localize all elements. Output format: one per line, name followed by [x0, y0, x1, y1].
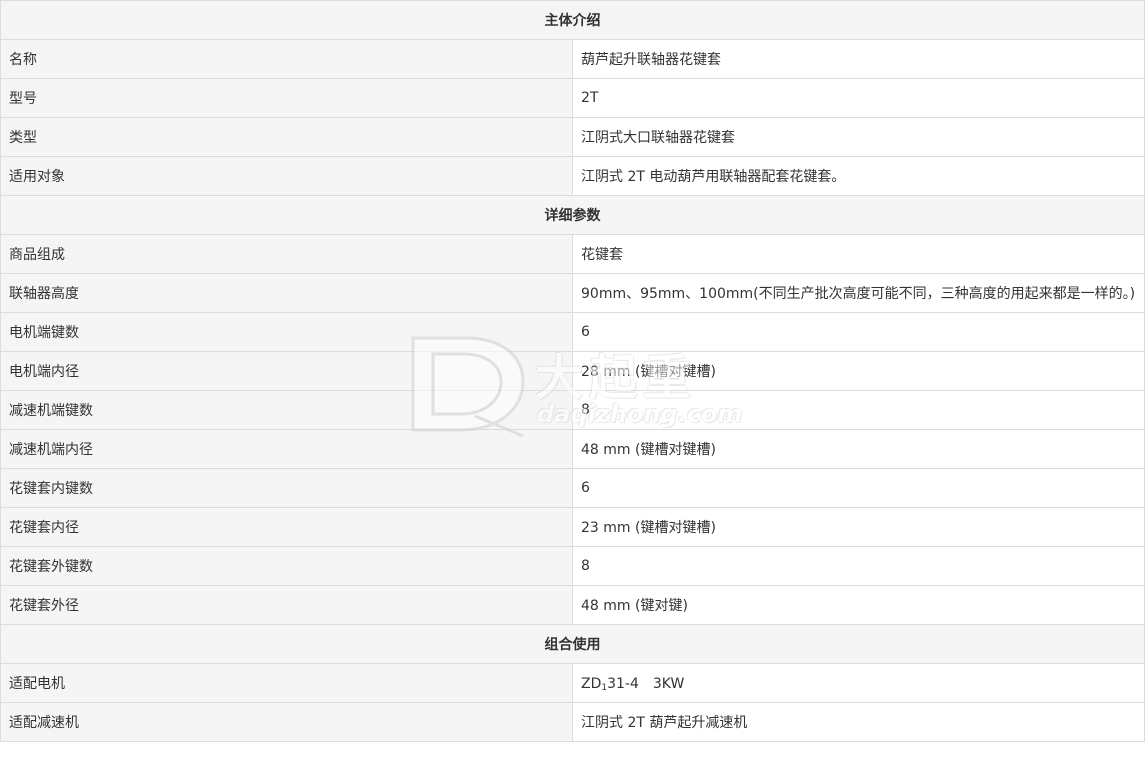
section-title: 主体介绍 — [0, 0, 1145, 40]
row-value: 8 — [572, 546, 1145, 586]
row-label: 适配电机 — [0, 663, 573, 703]
row-value: 90mm、95mm、100mm(不同生产批次高度可能不同，三种高度的用起来都是一… — [572, 273, 1145, 313]
table-row: 花键套外键数 8 — [0, 546, 1145, 586]
section-header-row: 主体介绍 — [0, 0, 1145, 40]
table-row: 花键套外径 48 mm (键对键) — [0, 585, 1145, 625]
motor-model-prefix: ZD — [581, 676, 602, 692]
row-label: 适用对象 — [0, 156, 573, 196]
row-value: 江阴式 2T 葫芦起升减速机 — [572, 702, 1145, 742]
table-row: 联轴器高度 90mm、95mm、100mm(不同生产批次高度可能不同，三种高度的… — [0, 273, 1145, 313]
row-value: 葫芦起升联轴器花键套 — [572, 39, 1145, 79]
row-label: 类型 — [0, 117, 573, 157]
table-row: 名称 葫芦起升联轴器花键套 — [0, 39, 1145, 79]
row-value: 江阴式 2T 电动葫芦用联轴器配套花键套。 — [572, 156, 1145, 196]
table-row: 电机端内径 28 mm (键槽对键槽) — [0, 351, 1145, 391]
row-value: 2T — [572, 78, 1145, 118]
section-header-row: 详细参数 — [0, 195, 1145, 235]
table-row: 减速机端键数 8 — [0, 390, 1145, 430]
row-value: 8 — [572, 390, 1145, 430]
section-header-row: 组合使用 — [0, 624, 1145, 664]
row-value: ZD131-4 3KW — [572, 663, 1145, 703]
row-value: 江阴式大口联轴器花键套 — [572, 117, 1145, 157]
row-label: 花键套内键数 — [0, 468, 573, 508]
section-title: 详细参数 — [0, 195, 1145, 235]
table-row: 适配电机 ZD131-4 3KW — [0, 663, 1145, 703]
row-value: 28 mm (键槽对键槽) — [572, 351, 1145, 391]
table-row: 花键套内径 23 mm (键槽对键槽) — [0, 507, 1145, 547]
row-value: 6 — [572, 312, 1145, 352]
row-value: 23 mm (键槽对键槽) — [572, 507, 1145, 547]
table-row: 花键套内键数 6 — [0, 468, 1145, 508]
table-row: 适用对象 江阴式 2T 电动葫芦用联轴器配套花键套。 — [0, 156, 1145, 196]
section-title: 组合使用 — [0, 624, 1145, 664]
row-value: 48 mm (键槽对键槽) — [572, 429, 1145, 469]
row-label: 减速机端键数 — [0, 390, 573, 430]
row-label: 型号 — [0, 78, 573, 118]
table-row: 型号 2T — [0, 78, 1145, 118]
row-value: 花键套 — [572, 234, 1145, 274]
table-row: 类型 江阴式大口联轴器花键套 — [0, 117, 1145, 157]
row-label: 花键套内径 — [0, 507, 573, 547]
row-label: 名称 — [0, 39, 573, 79]
row-label: 电机端内径 — [0, 351, 573, 391]
row-label: 商品组成 — [0, 234, 573, 274]
table-row: 商品组成 花键套 — [0, 234, 1145, 274]
row-label: 适配减速机 — [0, 702, 573, 742]
row-label: 减速机端内径 — [0, 429, 573, 469]
row-label: 电机端键数 — [0, 312, 573, 352]
row-value: 6 — [572, 468, 1145, 508]
table-row: 减速机端内径 48 mm (键槽对键槽) — [0, 429, 1145, 469]
table-row: 电机端键数 6 — [0, 312, 1145, 352]
row-value: 48 mm (键对键) — [572, 585, 1145, 625]
row-label: 联轴器高度 — [0, 273, 573, 313]
row-label: 花键套外径 — [0, 585, 573, 625]
row-label: 花键套外键数 — [0, 546, 573, 586]
motor-model-suffix: 31-4 3KW — [607, 676, 685, 692]
table-row: 适配减速机 江阴式 2T 葫芦起升减速机 — [0, 702, 1145, 742]
spec-table: 主体介绍 名称 葫芦起升联轴器花键套 型号 2T 类型 江阴式大口联轴器花键套 … — [0, 0, 1145, 742]
